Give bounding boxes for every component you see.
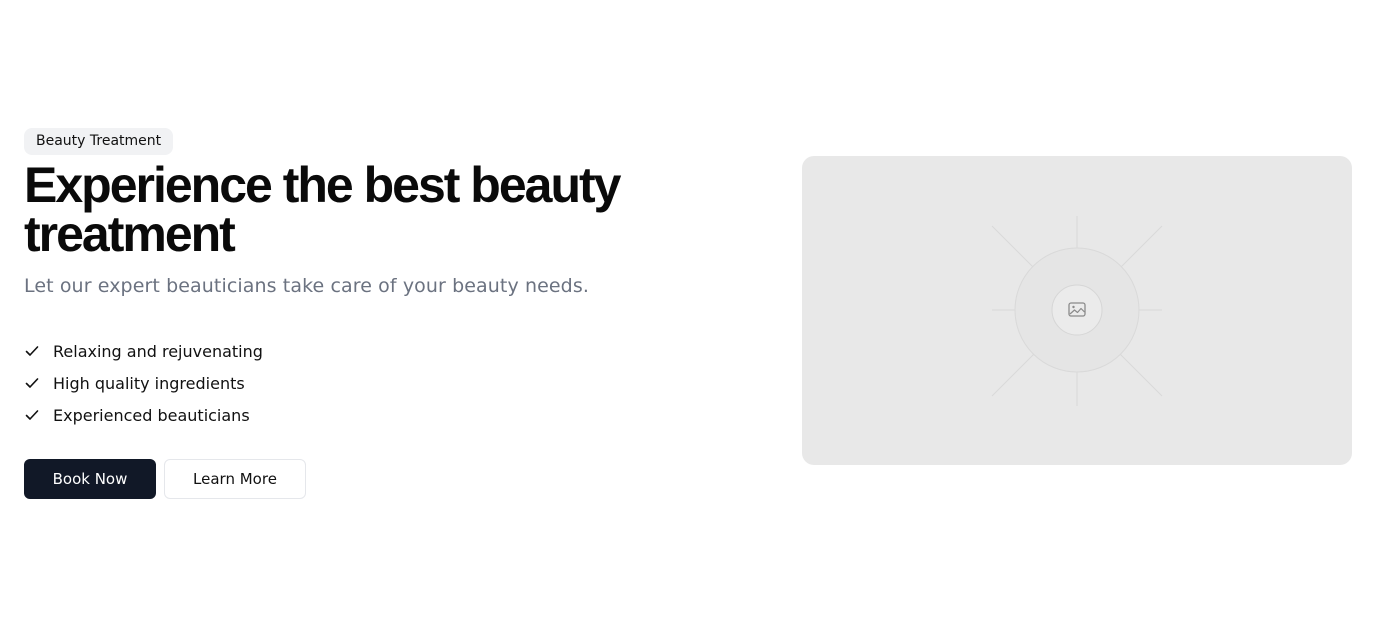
feature-label: High quality ingredients [53,373,245,393]
hero-actions: Book Now Learn More [24,459,724,499]
feature-list: Relaxing and rejuvenating High quality i… [24,335,724,431]
hero-title: Experience the best beauty treatment [24,157,621,262]
hero-image-placeholder [802,156,1352,465]
feature-label: Relaxing and rejuvenating [53,341,263,361]
placeholder-artwork [991,216,1163,406]
feature-item: Relaxing and rejuvenating [24,335,724,367]
book-now-button[interactable]: Book Now [24,459,156,499]
category-badge: Beauty Treatment [24,128,174,155]
feature-item: Experienced beauticians [24,399,724,431]
check-icon [24,343,40,359]
check-icon [24,375,40,391]
feature-item: High quality ingredients [24,367,724,399]
hero-section: Beauty Treatment Experience the best bea… [0,0,1376,621]
check-icon [24,407,40,423]
feature-label: Experienced beauticians [53,405,250,425]
hero-content: Beauty Treatment Experience the best bea… [24,128,724,499]
learn-more-button[interactable]: Learn More [164,459,306,499]
hero-subtitle: Let our expert beauticians take care of … [24,275,589,297]
